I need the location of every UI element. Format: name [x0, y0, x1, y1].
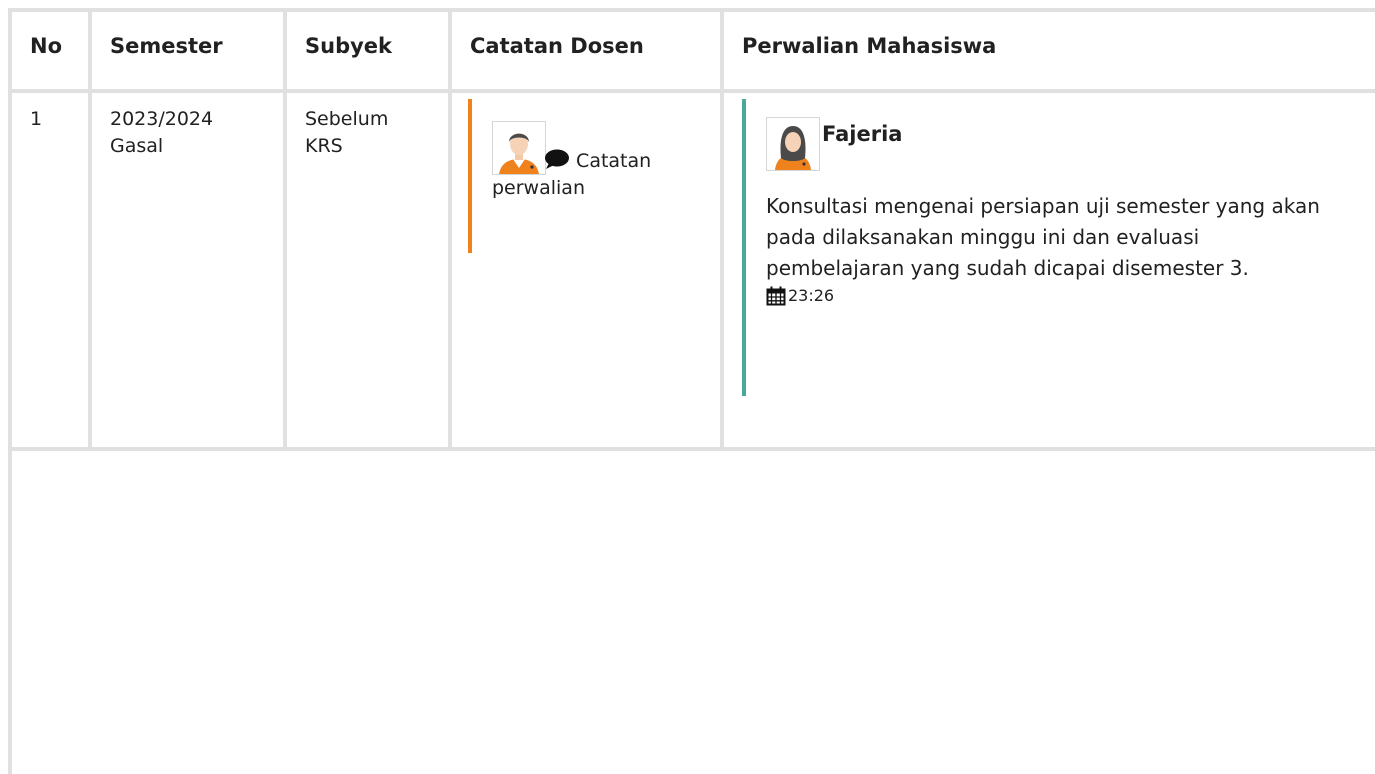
cell-catatan-dosen: Catatan perwalian — [448, 91, 724, 451]
cell-no: 1 — [12, 91, 92, 451]
cell-perwalian-mahasiswa: Fajeria Konsultasi mengenai persiapan uj… — [720, 91, 1375, 451]
header-perwalian-mahasiswa: Perwalian Mahasiswa — [720, 12, 1375, 93]
header-catatan-dosen: Catatan Dosen — [448, 12, 724, 93]
table-header-row: No Semester Subyek Catatan Dosen Perwali… — [12, 12, 1375, 93]
male-lecturer-avatar-icon — [492, 121, 546, 175]
cell-subyek: Sebelum KRS — [283, 91, 452, 451]
perwalian-table: No Semester Subyek Catatan Dosen Perwali… — [12, 12, 1375, 451]
comment-icon — [545, 149, 569, 169]
header-no: No — [12, 12, 92, 93]
table-row: 1 2023/2024 Gasal Sebelum KRS Catatan pe… — [12, 91, 1375, 451]
calendar-icon — [766, 286, 786, 306]
semester-term: Gasal — [110, 135, 164, 157]
dosen-note: Catatan perwalian — [468, 99, 720, 253]
student-message: Konsultasi mengenai persiapan uji semest… — [766, 194, 1320, 280]
message-time: 23:26 — [766, 285, 1375, 307]
subyek-line2: KRS — [305, 135, 343, 157]
header-subyek: Subyek — [283, 12, 452, 93]
perwalian-table-frame: No Semester Subyek Catatan Dosen Perwali… — [8, 8, 1375, 774]
student-name: Fajeria — [822, 122, 903, 146]
semester-year: 2023/2024 — [110, 108, 214, 130]
header-semester: Semester — [88, 12, 287, 93]
cell-semester: 2023/2024 Gasal — [88, 91, 287, 451]
message-time-text: 23:26 — [788, 286, 835, 305]
mahasiswa-note: Fajeria Konsultasi mengenai persiapan uj… — [742, 99, 1375, 396]
female-student-avatar-icon — [766, 117, 820, 171]
subyek-line1: Sebelum — [305, 108, 389, 130]
